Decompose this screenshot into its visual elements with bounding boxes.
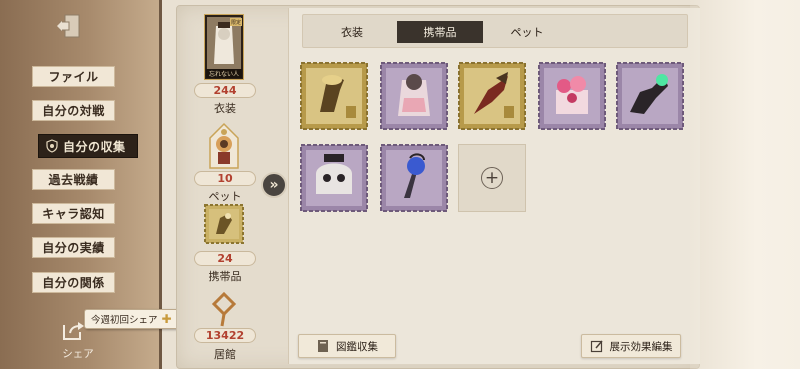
- share-label: シェア: [62, 348, 94, 360]
- sidebar-item-my-relationships[interactable]: 自分の関係: [32, 272, 115, 293]
- sidebar-item-my-matches[interactable]: 自分の対戦: [32, 100, 115, 121]
- pet-label: ペット: [208, 190, 242, 203]
- sidebar-item-my-achievements[interactable]: 自分の実績: [32, 237, 115, 258]
- stats-column: 限定 忘れない人 244 衣装 10 ペット 24 携帯品 13422 居館: [180, 8, 270, 364]
- costume-label: 衣装: [214, 102, 236, 115]
- tab-accessory[interactable]: 携帯品: [397, 21, 483, 43]
- costume-card-image[interactable]: 限定 忘れない人: [203, 13, 245, 81]
- pet-count: 10: [194, 171, 256, 186]
- edit-display-label: 展示効果編集: [609, 340, 673, 353]
- accessory-count: 24: [194, 251, 256, 266]
- pink-bouquet-item[interactable]: [538, 62, 606, 130]
- share-icon: [63, 322, 84, 340]
- sidebar-item-my-collection[interactable]: 自分の収集: [38, 134, 138, 158]
- sidebar-item-file[interactable]: ファイル: [32, 66, 115, 87]
- sidebar-item-character-recognition[interactable]: キャラ認知: [32, 203, 115, 224]
- card-badge: 限定: [231, 19, 241, 26]
- tab-pet[interactable]: ペット: [484, 21, 570, 43]
- accessory-label: 携帯品: [208, 270, 242, 283]
- background-glow: [690, 0, 800, 369]
- red-blade-item[interactable]: [458, 62, 526, 130]
- blue-lantern-item[interactable]: [380, 144, 448, 212]
- residence-count: 13422: [194, 328, 256, 343]
- accessory-image[interactable]: [204, 204, 244, 244]
- category-tabs: 衣装 携帯品 ペット: [302, 14, 688, 48]
- catalog-button[interactable]: 図鑑収集: [298, 334, 396, 358]
- edit-icon: [590, 339, 604, 353]
- costume-count: 244: [194, 83, 256, 98]
- sidebar-item-label: 自分の収集: [63, 139, 126, 154]
- pink-dress-item[interactable]: [380, 62, 448, 130]
- add-item-slot[interactable]: +: [458, 144, 526, 212]
- puzzle-icon: ✚: [161, 312, 172, 326]
- shield-icon: [45, 139, 59, 153]
- ghost-cat-item[interactable]: [300, 144, 368, 212]
- plus-icon: +: [481, 167, 503, 189]
- pet-image[interactable]: [204, 120, 244, 172]
- golden-vase-item[interactable]: [300, 62, 368, 130]
- catalog-label: 図鑑収集: [336, 340, 378, 353]
- share-button[interactable]: シェア: [54, 320, 102, 364]
- edit-display-button[interactable]: 展示効果編集: [581, 334, 681, 358]
- card-caption: 忘れない人: [209, 70, 239, 78]
- back-door-icon[interactable]: [56, 12, 86, 40]
- expand-chevron-icon[interactable]: »: [261, 172, 287, 198]
- sidebar-item-past-records[interactable]: 過去戦績: [32, 169, 115, 190]
- book-icon: [316, 339, 330, 353]
- residence-image[interactable]: [204, 291, 244, 328]
- residence-label: 居館: [214, 348, 236, 361]
- tab-costume[interactable]: 衣装: [309, 21, 395, 43]
- dark-claw-item[interactable]: [616, 62, 684, 130]
